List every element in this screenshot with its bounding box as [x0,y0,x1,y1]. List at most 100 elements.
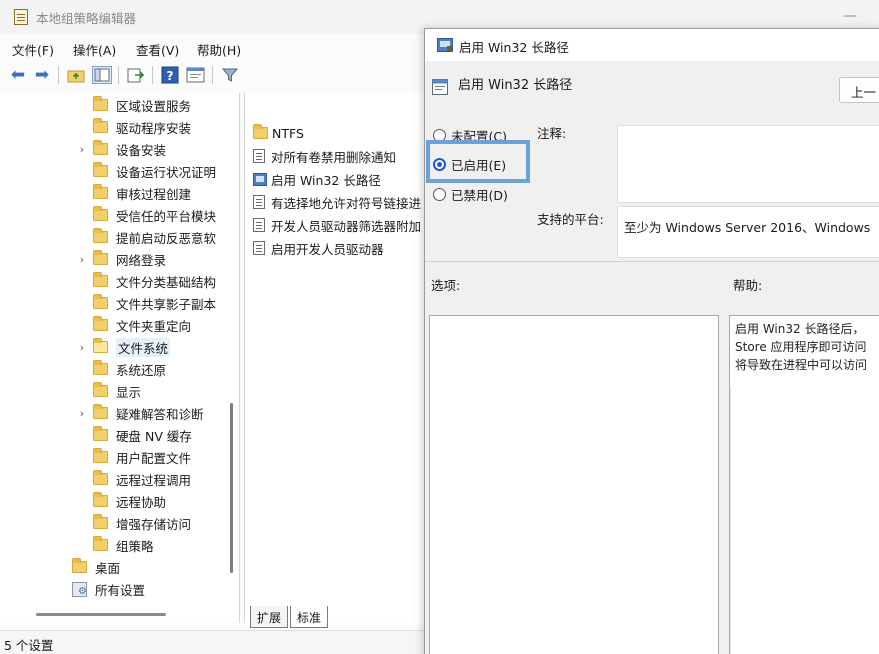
policy-setting-icon [432,79,448,95]
tree-item-selected[interactable]: › 文件系统 [76,336,171,358]
tree-item[interactable]: 远程协助 [93,490,166,512]
toolbar: ⬅ ➡ ? [0,62,430,88]
back-arrow-icon[interactable]: ⬅ [8,65,28,85]
radio-disabled[interactable]: 已禁用(D) [433,183,508,205]
tree-item[interactable]: 增强存储访问 [93,512,191,534]
export-icon[interactable] [126,65,146,85]
dialog-divider [425,261,879,262]
policy-setting-icon [253,195,265,209]
tree-item-label: 系统还原 [116,362,167,378]
supported-platform-field: 至少为 Windows Server 2016、Windows [617,206,879,258]
tree-item[interactable]: 文件共享影子副本 [93,292,216,314]
folder-icon [93,338,108,353]
dialog-setting-name: 启用 Win32 长路径 [458,78,573,93]
tree-item[interactable]: 审核过程创建 [93,182,191,204]
folder-icon [93,382,108,397]
tab-extended[interactable]: 扩展 [250,606,289,628]
list-item-label: NTFS [272,125,304,141]
folder-icon [93,118,108,133]
tree-item[interactable]: › 网络登录 [76,248,166,270]
tree-item[interactable]: › 疑难解答和诊断 [76,402,204,424]
tree-item[interactable]: 文件夹重定向 [93,314,191,336]
tree-horizontal-scrollbar[interactable] [36,613,166,616]
list-item[interactable]: 启用开发人员驱动器 [253,237,384,259]
list-item[interactable]: 有选择地允许对符号链接进 [253,191,421,213]
help-icon[interactable]: ? [160,65,180,85]
tree-item-label: 驱动程序安装 [116,120,192,136]
up-folder-icon[interactable] [66,65,86,85]
tree-item[interactable]: 驱动程序安装 [93,116,191,138]
dialog-header: 启用 Win32 长路径 [425,61,879,117]
help-panel: 启用 Win32 长路径后， Store 应用程序即可访问 将导致在进程中可以访… [729,315,879,654]
list-item-label: 启用 Win32 长路径 [271,172,381,188]
policy-setting-icon [253,149,265,163]
show-tree-icon[interactable] [92,65,112,85]
tree-item[interactable]: 受信任的平台模块 [93,204,216,226]
options-label: 选项: [431,278,461,293]
tree-item[interactable]: 文件分类基础结构 [93,270,216,292]
tree-item-label: 设备安装 [116,142,167,158]
menu-bar: 文件(F) 操作(A) 查看(V) 帮助(H) [0,36,430,58]
tree-item-desktop[interactable]: 桌面 [72,556,120,578]
tree-item[interactable]: 提前启动反恶意软 [93,226,216,248]
settings-list-pane[interactable]: NTFS 对所有卷禁用删除通知 启用 Win32 长路径 有选择地允许对符号链接… [244,93,430,623]
folder-icon [93,206,108,221]
tree-item-label: 提前启动反恶意软 [116,230,217,246]
folder-icon [93,470,108,485]
list-item[interactable]: 开发人员驱动器筛选器附加 [253,214,421,236]
tree-item[interactable]: 设备运行状况证明 [93,160,216,182]
tree-item-label: 设备运行状况证明 [116,164,217,180]
list-item[interactable]: NTFS [253,122,304,144]
tree-item-label: 文件分类基础结构 [116,274,217,290]
folder-icon [93,316,108,331]
folder-icon [93,536,108,551]
list-item[interactable]: 对所有卷禁用删除通知 [253,145,396,167]
menu-action[interactable]: 操作(A) [73,40,116,59]
tree-item[interactable]: 用户配置文件 [93,446,191,468]
tree-item[interactable]: 显示 [93,380,141,402]
tree-item[interactable]: 组策略 [93,534,154,556]
previous-setting-button[interactable]: 上一 [839,77,879,103]
list-item-label: 开发人员驱动器筛选器附加 [271,218,422,234]
chevron-right-icon[interactable]: › [76,253,88,266]
tree-item-label: 增强存储访问 [116,516,192,532]
tree-item-label: 受信任的平台模块 [116,208,217,224]
list-item-selected[interactable]: 启用 Win32 长路径 [253,168,381,190]
tree-item-label: 桌面 [95,560,121,576]
filter-icon[interactable] [220,65,240,85]
forward-arrow-icon[interactable]: ➡ [32,65,52,85]
menu-help[interactable]: 帮助(H) [197,40,241,59]
tree-item-label: 文件共享影子副本 [116,296,217,312]
help-text-line: 启用 Win32 长路径后， [735,322,865,336]
tree-item[interactable]: 远程过程调用 [93,468,191,490]
folder-icon [93,492,108,507]
options-panel [429,315,719,654]
tree-item[interactable]: 系统还原 [93,358,166,380]
tree-item[interactable]: › 设备安装 [76,138,166,160]
tree-pane[interactable]: 区域设置服务 驱动程序安装 › 设备安装 设备运行状况证明 审核过程创建 受信任的… [0,93,240,623]
tree-vertical-scrollbar[interactable] [230,403,233,573]
tab-standard[interactable]: 标准 [290,606,329,628]
chevron-right-icon[interactable]: › [76,143,88,156]
help-label: 帮助: [733,278,763,293]
svg-text:?: ? [167,69,174,83]
dialog-title: 启用 Win32 长路径 [459,40,569,55]
status-bar: 5 个设置 [0,630,430,654]
radio-circle[interactable] [433,187,446,201]
properties-icon[interactable] [186,65,206,85]
minimize-button[interactable]: — [842,8,858,24]
tree-item-all-settings[interactable]: 所有设置 [72,578,145,600]
folder-icon [93,272,108,287]
status-text: 5 个设置 [4,638,54,653]
menu-file[interactable]: 文件(F) [12,40,54,59]
folder-icon [93,448,108,463]
toolbar-separator [118,66,119,84]
tree-item[interactable]: 硬盘 NV 缓存 [93,424,192,446]
help-text-line: Store 应用程序即可访问 [735,340,867,354]
tree-item[interactable]: 区域设置服务 [93,94,191,116]
menu-view[interactable]: 查看(V) [136,40,179,59]
comment-textarea[interactable] [617,125,879,203]
chevron-right-icon[interactable]: › [76,407,88,420]
chevron-right-icon[interactable]: › [76,341,88,354]
help-inner-border [730,386,731,654]
